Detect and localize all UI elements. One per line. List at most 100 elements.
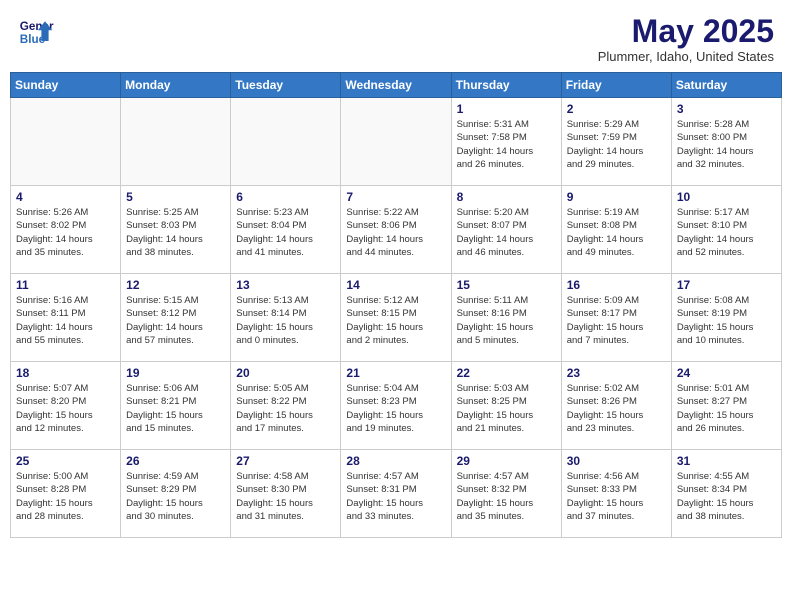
day-number: 10 [677, 190, 776, 204]
day-cell: 19 Sunrise: 5:06 AM Sunset: 8:21 PM Dayli… [121, 362, 231, 450]
day-cell: 11Sunrise: 5:16 AM Sunset: 8:11 PM Dayli… [11, 274, 121, 362]
day-number: 3 [677, 102, 776, 116]
day-cell: 26 Sunrise: 4:59 AM Sunset: 8:29 PM Dayli… [121, 450, 231, 538]
day-number: 5 [126, 190, 225, 204]
day-number: 9 [567, 190, 666, 204]
day-detail: Sunrise: 5:03 AM Sunset: 8:25 PM Dayligh… [457, 382, 556, 435]
day-cell: 13Sunrise: 5:13 AM Sunset: 8:14 PM Dayli… [231, 274, 341, 362]
day-detail: Sunrise: 5:22 AM Sunset: 8:06 PM Dayligh… [346, 206, 445, 259]
day-number: 14 [346, 278, 445, 292]
weekday-header-saturday: Saturday [671, 73, 781, 98]
day-number: 20 [236, 366, 335, 380]
day-cell: 2 Sunrise: 5:29 AM Sunset: 7:59 PM Daylig… [561, 98, 671, 186]
day-detail: Sunrise: 5:08 AM Sunset: 8:19 PM Dayligh… [677, 294, 776, 347]
day-cell: 12 Sunrise: 5:15 AM Sunset: 8:12 PM Dayli… [121, 274, 231, 362]
weekday-header-sunday: Sunday [11, 73, 121, 98]
day-detail: Sunrise: 5:07 AM Sunset: 8:20 PM Dayligh… [16, 382, 115, 435]
page-header: General Blue May 2025 Plummer, Idaho, Un… [10, 10, 782, 68]
day-cell [231, 98, 341, 186]
day-number: 19 [126, 366, 225, 380]
day-number: 2 [567, 102, 666, 116]
day-cell: 24Sunrise: 5:01 AM Sunset: 8:27 PM Dayli… [671, 362, 781, 450]
weekday-header-wednesday: Wednesday [341, 73, 451, 98]
weekday-header-friday: Friday [561, 73, 671, 98]
day-detail: Sunrise: 4:57 AM Sunset: 8:32 PM Dayligh… [457, 470, 556, 523]
weekday-header-monday: Monday [121, 73, 231, 98]
title-area: May 2025 Plummer, Idaho, United States [598, 14, 774, 64]
day-cell: 10 Sunrise: 5:17 AM Sunset: 8:10 PM Dayli… [671, 186, 781, 274]
day-cell: 8 Sunrise: 5:20 AM Sunset: 8:07 PM Daylig… [451, 186, 561, 274]
day-detail: Sunrise: 5:13 AM Sunset: 8:14 PM Dayligh… [236, 294, 335, 347]
weekday-header-row: SundayMondayTuesdayWednesdayThursdayFrid… [11, 73, 782, 98]
week-row-5: 25Sunrise: 5:00 AM Sunset: 8:28 PM Dayli… [11, 450, 782, 538]
day-detail: Sunrise: 5:02 AM Sunset: 8:26 PM Dayligh… [567, 382, 666, 435]
day-detail: Sunrise: 5:05 AM Sunset: 8:22 PM Dayligh… [236, 382, 335, 435]
day-cell: 27 Sunrise: 4:58 AM Sunset: 8:30 PM Dayli… [231, 450, 341, 538]
day-detail: Sunrise: 5:09 AM Sunset: 8:17 PM Dayligh… [567, 294, 666, 347]
day-cell: 3Sunrise: 5:28 AM Sunset: 8:00 PM Daylig… [671, 98, 781, 186]
day-number: 8 [457, 190, 556, 204]
day-cell [121, 98, 231, 186]
day-number: 21 [346, 366, 445, 380]
day-detail: Sunrise: 5:12 AM Sunset: 8:15 PM Dayligh… [346, 294, 445, 347]
month-title: May 2025 [598, 14, 774, 49]
day-detail: Sunrise: 5:29 AM Sunset: 7:59 PM Dayligh… [567, 118, 666, 171]
day-detail: Sunrise: 5:06 AM Sunset: 8:21 PM Dayligh… [126, 382, 225, 435]
weekday-header-tuesday: Tuesday [231, 73, 341, 98]
location: Plummer, Idaho, United States [598, 49, 774, 64]
day-cell: 1 Sunrise: 5:31 AM Sunset: 7:58 PM Daylig… [451, 98, 561, 186]
day-cell: 28Sunrise: 4:57 AM Sunset: 8:31 PM Dayli… [341, 450, 451, 538]
day-detail: Sunrise: 5:20 AM Sunset: 8:07 PM Dayligh… [457, 206, 556, 259]
day-detail: Sunrise: 5:23 AM Sunset: 8:04 PM Dayligh… [236, 206, 335, 259]
day-number: 16 [567, 278, 666, 292]
week-row-1: 1 Sunrise: 5:31 AM Sunset: 7:58 PM Daylig… [11, 98, 782, 186]
day-number: 22 [457, 366, 556, 380]
day-number: 4 [16, 190, 115, 204]
day-number: 12 [126, 278, 225, 292]
day-detail: Sunrise: 5:16 AM Sunset: 8:11 PM Dayligh… [16, 294, 115, 347]
logo: General Blue [18, 14, 54, 50]
day-cell: 17 Sunrise: 5:08 AM Sunset: 8:19 PM Dayli… [671, 274, 781, 362]
day-cell: 29Sunrise: 4:57 AM Sunset: 8:32 PM Dayli… [451, 450, 561, 538]
day-detail: Sunrise: 5:04 AM Sunset: 8:23 PM Dayligh… [346, 382, 445, 435]
day-detail: Sunrise: 5:11 AM Sunset: 8:16 PM Dayligh… [457, 294, 556, 347]
day-detail: Sunrise: 4:59 AM Sunset: 8:29 PM Dayligh… [126, 470, 225, 523]
day-cell: 31Sunrise: 4:55 AM Sunset: 8:34 PM Dayli… [671, 450, 781, 538]
day-detail: Sunrise: 5:26 AM Sunset: 8:02 PM Dayligh… [16, 206, 115, 259]
day-cell: 9 Sunrise: 5:19 AM Sunset: 8:08 PM Daylig… [561, 186, 671, 274]
day-cell: 18 Sunrise: 5:07 AM Sunset: 8:20 PM Dayli… [11, 362, 121, 450]
day-detail: Sunrise: 5:31 AM Sunset: 7:58 PM Dayligh… [457, 118, 556, 171]
day-detail: Sunrise: 5:01 AM Sunset: 8:27 PM Dayligh… [677, 382, 776, 435]
day-cell: 6Sunrise: 5:23 AM Sunset: 8:04 PM Daylig… [231, 186, 341, 274]
day-cell: 30Sunrise: 4:56 AM Sunset: 8:33 PM Dayli… [561, 450, 671, 538]
day-cell: 14 Sunrise: 5:12 AM Sunset: 8:15 PM Dayli… [341, 274, 451, 362]
day-number: 27 [236, 454, 335, 468]
day-detail: Sunrise: 5:19 AM Sunset: 8:08 PM Dayligh… [567, 206, 666, 259]
day-detail: Sunrise: 4:57 AM Sunset: 8:31 PM Dayligh… [346, 470, 445, 523]
day-cell: 21 Sunrise: 5:04 AM Sunset: 8:23 PM Dayli… [341, 362, 451, 450]
day-number: 25 [16, 454, 115, 468]
day-number: 18 [16, 366, 115, 380]
day-detail: Sunrise: 5:25 AM Sunset: 8:03 PM Dayligh… [126, 206, 225, 259]
day-detail: Sunrise: 5:17 AM Sunset: 8:10 PM Dayligh… [677, 206, 776, 259]
week-row-2: 4 Sunrise: 5:26 AM Sunset: 8:02 PM Daylig… [11, 186, 782, 274]
day-cell: 4 Sunrise: 5:26 AM Sunset: 8:02 PM Daylig… [11, 186, 121, 274]
day-cell: 25Sunrise: 5:00 AM Sunset: 8:28 PM Dayli… [11, 450, 121, 538]
logo-icon: General Blue [18, 14, 54, 50]
weekday-header-thursday: Thursday [451, 73, 561, 98]
day-number: 26 [126, 454, 225, 468]
day-detail: Sunrise: 5:15 AM Sunset: 8:12 PM Dayligh… [126, 294, 225, 347]
day-detail: Sunrise: 4:58 AM Sunset: 8:30 PM Dayligh… [236, 470, 335, 523]
calendar-table: SundayMondayTuesdayWednesdayThursdayFrid… [10, 72, 782, 538]
day-cell: 16 Sunrise: 5:09 AM Sunset: 8:17 PM Dayli… [561, 274, 671, 362]
day-cell: 20 Sunrise: 5:05 AM Sunset: 8:22 PM Dayli… [231, 362, 341, 450]
day-number: 23 [567, 366, 666, 380]
day-cell [11, 98, 121, 186]
day-number: 1 [457, 102, 556, 116]
day-number: 30 [567, 454, 666, 468]
day-cell: 7 Sunrise: 5:22 AM Sunset: 8:06 PM Daylig… [341, 186, 451, 274]
day-number: 7 [346, 190, 445, 204]
day-cell: 5 Sunrise: 5:25 AM Sunset: 8:03 PM Daylig… [121, 186, 231, 274]
day-detail: Sunrise: 4:55 AM Sunset: 8:34 PM Dayligh… [677, 470, 776, 523]
day-number: 17 [677, 278, 776, 292]
